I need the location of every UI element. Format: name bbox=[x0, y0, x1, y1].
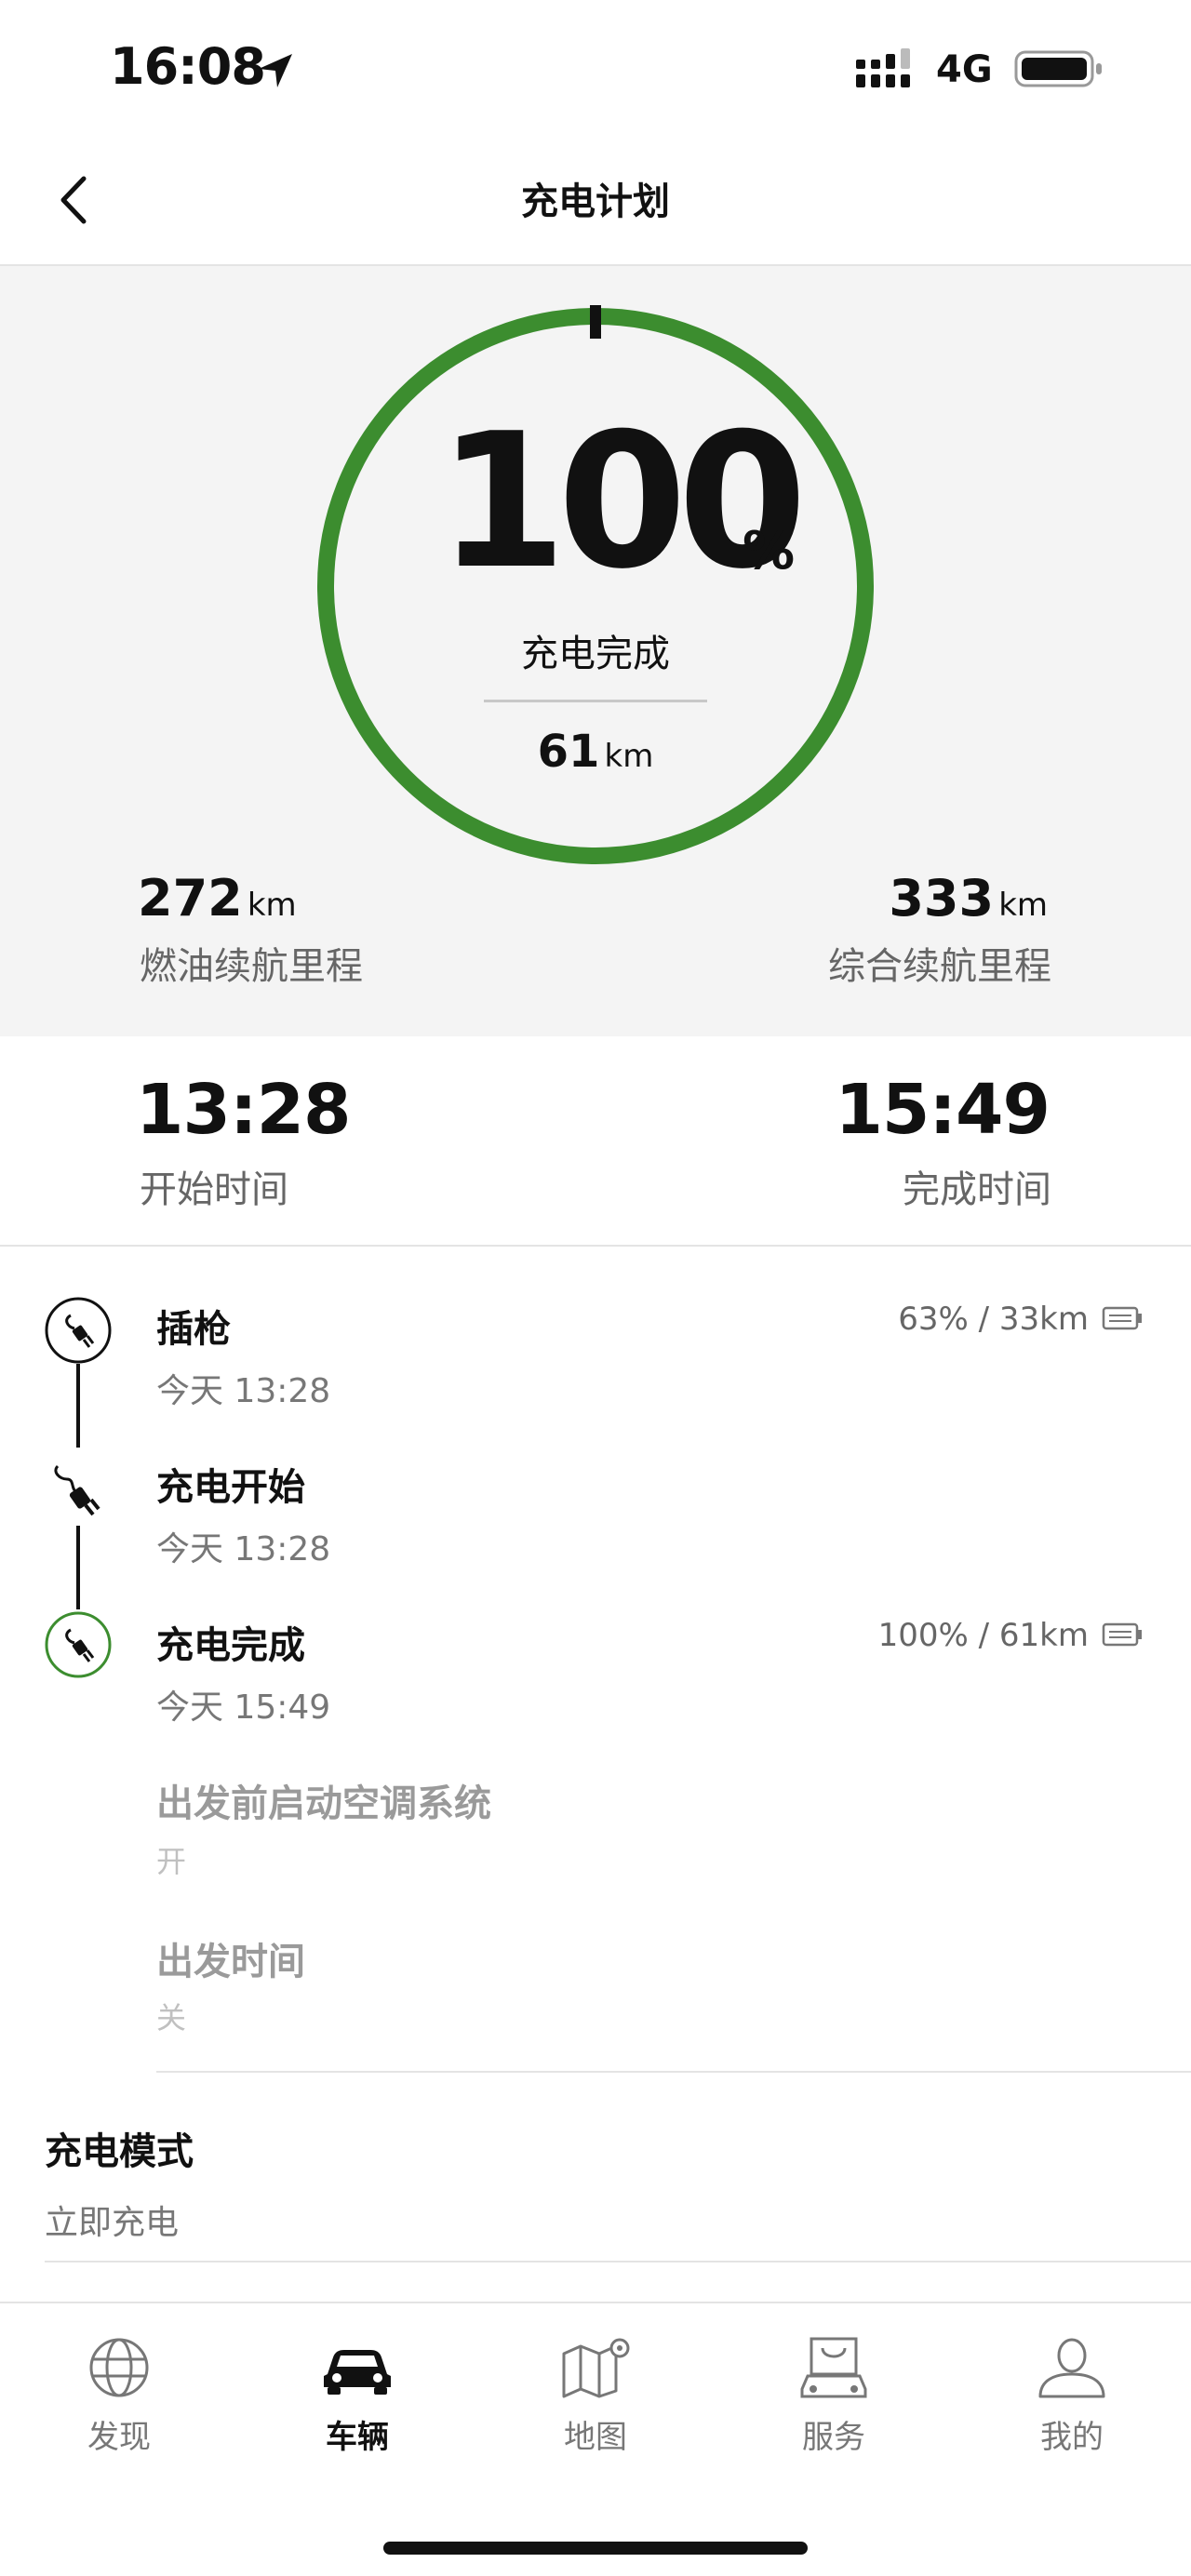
charge-mode-divider bbox=[45, 2261, 1191, 2262]
ev-range-unit: km bbox=[604, 738, 654, 775]
signal-bars-icon bbox=[856, 48, 910, 87]
ev-range-value: 61 bbox=[537, 726, 600, 778]
tab-vehicle[interactable]: 车辆 bbox=[238, 2335, 476, 2457]
charge-percentage-unit: % bbox=[743, 521, 796, 581]
tab-label: 地图 bbox=[564, 2419, 627, 2456]
tabbar-divider bbox=[0, 2302, 1191, 2303]
end-time-label: 完成时间 bbox=[903, 1168, 1051, 1211]
tab-label: 车辆 bbox=[326, 2419, 389, 2456]
location-arrow-icon bbox=[259, 54, 292, 87]
departure-time-title[interactable]: 出发时间 bbox=[156, 1931, 305, 1985]
charge-mode-title: 充电模式 bbox=[45, 2130, 194, 2173]
options-divider bbox=[156, 2071, 1191, 2073]
tab-service[interactable]: 服务 bbox=[715, 2335, 953, 2457]
status-time: 16:08 bbox=[110, 37, 266, 96]
ring-divider bbox=[484, 700, 707, 702]
fuel-range-value: 272 bbox=[138, 869, 243, 928]
fuel-range: 272 km bbox=[138, 869, 297, 928]
timeline-item-stats: 100% / 61km bbox=[877, 1617, 1089, 1654]
tab-label: 服务 bbox=[802, 2419, 865, 2456]
person-icon bbox=[1038, 2338, 1105, 2398]
end-time: 15:49 bbox=[835, 1070, 1050, 1150]
fuel-range-label: 燃油续航里程 bbox=[140, 945, 363, 988]
tab-discover[interactable]: 发现 bbox=[0, 2335, 238, 2457]
timeline-item-title: 插枪 bbox=[156, 1308, 231, 1351]
times-divider bbox=[0, 1245, 1191, 1247]
page-title: 充电计划 bbox=[521, 180, 670, 223]
home-indicator[interactable] bbox=[383, 2542, 808, 2555]
plug-in-icon bbox=[45, 1297, 112, 1364]
charge-status: 充电完成 bbox=[521, 633, 670, 675]
timeline-item-stats: 63% / 33km bbox=[898, 1301, 1089, 1338]
charging-plug-icon bbox=[54, 1464, 100, 1516]
start-time-label: 开始时间 bbox=[140, 1168, 288, 1211]
preconditioning-title[interactable]: 出发前启动空调系统 bbox=[156, 1773, 491, 1827]
timeline-item-title: 充电完成 bbox=[156, 1624, 305, 1667]
fuel-range-unit: km bbox=[247, 887, 297, 924]
timeline-item-time: 今天 13:28 bbox=[156, 1530, 331, 1568]
globe-icon bbox=[89, 2338, 149, 2397]
tab-label: 我的 bbox=[1040, 2419, 1104, 2456]
network-type: 4G bbox=[936, 48, 993, 91]
tab-profile[interactable]: 我的 bbox=[953, 2335, 1191, 2457]
timeline-item-title: 充电开始 bbox=[156, 1466, 305, 1509]
departure-time-value: 关 bbox=[156, 2000, 187, 2035]
battery-level-icon bbox=[1102, 1306, 1142, 1330]
total-range-unit: km bbox=[998, 887, 1048, 924]
timeline-item-time: 今天 15:49 bbox=[156, 1688, 331, 1727]
ring-start-marker bbox=[590, 305, 601, 339]
map-icon bbox=[562, 2338, 630, 2398]
total-range-label: 综合续航里程 bbox=[828, 945, 1051, 988]
total-range: 333 km bbox=[889, 869, 1048, 928]
charge-mode-value: 立即充电 bbox=[45, 2204, 180, 2242]
shopping-bag-car-icon bbox=[800, 2337, 867, 2398]
ev-range: 61 km bbox=[409, 726, 782, 778]
charge-mode-row[interactable]: 充电模式 立即充电 bbox=[45, 2121, 1191, 2242]
battery-icon bbox=[1014, 50, 1102, 87]
tab-map[interactable]: 地图 bbox=[476, 2335, 715, 2457]
car-icon bbox=[324, 2350, 391, 2395]
timeline-item-time: 今天 13:28 bbox=[156, 1372, 331, 1410]
preconditioning-value: 开 bbox=[156, 1844, 187, 1879]
timeline-connector bbox=[76, 1364, 80, 1448]
charge-complete-icon bbox=[45, 1611, 112, 1678]
tab-label: 发现 bbox=[87, 2419, 151, 2456]
battery-level-icon bbox=[1102, 1622, 1142, 1647]
start-time: 13:28 bbox=[136, 1070, 352, 1150]
total-range-value: 333 bbox=[889, 869, 995, 928]
timeline-connector bbox=[76, 1526, 80, 1609]
